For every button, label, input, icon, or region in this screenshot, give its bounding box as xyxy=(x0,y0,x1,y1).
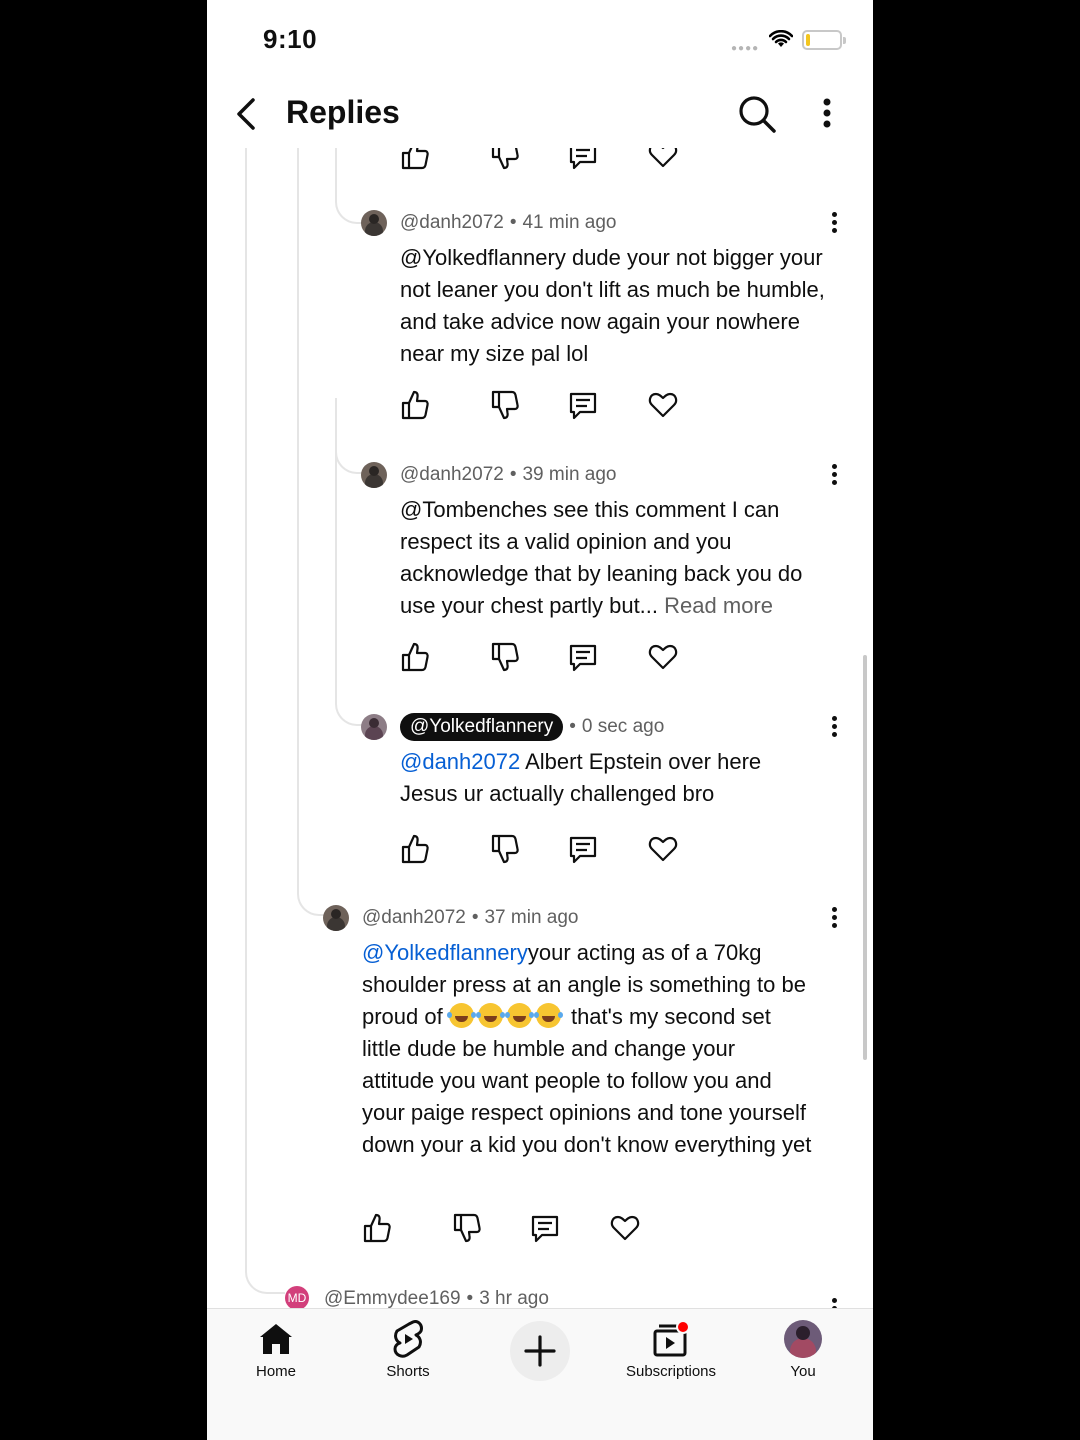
comment-time: 3 hr ago xyxy=(479,1288,549,1308)
read-more-link[interactable]: Read more xyxy=(664,593,773,618)
like-icon[interactable] xyxy=(362,1211,392,1245)
comment-author[interactable]: @danh2072 xyxy=(362,907,466,928)
comment-time: 39 min ago xyxy=(522,464,617,485)
avatar xyxy=(784,1320,822,1358)
bottom-navigation: Home Shorts Subscriptions You xyxy=(207,1308,873,1440)
scrollbar[interactable] xyxy=(863,655,867,1060)
laughing-emoji-icon xyxy=(504,1003,532,1028)
nav-subscriptions-label: Subscriptions xyxy=(625,1363,717,1380)
comment-text: @danh2072 Albert Epstein over here Jesus… xyxy=(400,746,820,810)
like-icon[interactable] xyxy=(400,832,430,866)
dislike-icon[interactable] xyxy=(490,388,520,422)
heart-icon[interactable] xyxy=(610,1211,640,1245)
reply-icon[interactable] xyxy=(568,640,598,674)
wifi-icon xyxy=(769,30,793,47)
create-button[interactable] xyxy=(510,1321,570,1381)
heart-icon[interactable] xyxy=(648,148,678,172)
reply-icon[interactable] xyxy=(568,388,598,422)
search-icon[interactable] xyxy=(737,94,777,134)
nav-shorts-label: Shorts xyxy=(386,1363,430,1380)
avatar[interactable]: MD xyxy=(285,1286,309,1308)
reply-icon[interactable] xyxy=(530,1211,560,1245)
avatar[interactable] xyxy=(323,905,349,931)
header: Replies xyxy=(207,80,873,148)
comment-time: 0 sec ago xyxy=(581,716,665,737)
reply-icon[interactable] xyxy=(568,148,598,172)
thread-line-inner xyxy=(335,398,337,648)
home-icon xyxy=(260,1324,292,1354)
heart-icon[interactable] xyxy=(648,832,678,866)
battery-icon xyxy=(802,30,846,50)
comment-more-icon[interactable] xyxy=(827,212,841,236)
dislike-icon[interactable] xyxy=(490,832,520,866)
mention-link[interactable]: @danh2072 xyxy=(400,749,520,774)
comment-author[interactable]: @Emmydee169 xyxy=(324,1288,461,1308)
comment-author[interactable]: @danh2072 xyxy=(400,464,504,485)
mention-link[interactable]: @Yolkedflannery xyxy=(362,940,528,965)
nav-you[interactable]: You xyxy=(743,1317,863,1380)
subscriptions-icon xyxy=(653,1320,690,1357)
comment-meta: @Emmydee169 • 3 hr ago xyxy=(324,1288,549,1308)
comment-text: @Yolkedflanneryyour acting as of a 70kg … xyxy=(362,937,812,1161)
avatar[interactable] xyxy=(361,714,387,740)
comment-author-badge[interactable]: @Yolkedflannery xyxy=(400,713,564,741)
reply-comment: MD @Emmydee169 • 3 hr ago xyxy=(285,1286,841,1308)
comment-text: @Yolkedflannery dude your not bigger you… xyxy=(400,245,825,366)
dislike-icon[interactable] xyxy=(490,148,520,172)
comment-meta: @danh2072 • 41 min ago xyxy=(400,212,617,233)
dislike-icon[interactable] xyxy=(452,1211,482,1245)
comment-text: @Tombenches see this comment I can respe… xyxy=(400,494,840,622)
like-icon[interactable] xyxy=(400,148,430,172)
own-reply-comment: @Yolkedflannery • 0 sec ago @danh2072 Albe… xyxy=(361,713,841,884)
nav-home-label: Home xyxy=(255,1363,296,1380)
page-title: Replies xyxy=(286,94,400,130)
laughing-emoji-icon xyxy=(533,1003,561,1028)
heart-icon[interactable] xyxy=(648,388,678,422)
nav-shorts[interactable]: Shorts xyxy=(348,1317,468,1380)
more-options-icon[interactable] xyxy=(815,94,839,134)
status-time: 9:10 xyxy=(263,24,318,54)
reply-icon[interactable] xyxy=(568,832,598,866)
shorts-icon xyxy=(393,1320,423,1358)
cellular-signal-icon: ●●●● xyxy=(731,43,760,54)
back-arrow-icon[interactable] xyxy=(229,94,265,134)
comment-more-icon[interactable] xyxy=(827,464,841,488)
comment-time: 41 min ago xyxy=(522,212,617,233)
laughing-emoji-icon xyxy=(446,1003,474,1028)
reply-comment: @danh2072 • 41 min ago @Yolkedflannery dud… xyxy=(361,210,841,450)
thread-connector xyxy=(245,1248,285,1294)
heart-icon[interactable] xyxy=(648,640,678,674)
like-icon[interactable] xyxy=(400,388,430,422)
phone-screen: 9:10 ●●●● Replies @danh2072 • 41 min ago… xyxy=(207,0,873,1440)
plus-icon xyxy=(524,1335,556,1367)
replies-thread[interactable]: @danh2072 • 41 min ago @Yolkedflannery dud… xyxy=(207,148,873,1308)
comment-more-icon[interactable] xyxy=(827,1298,841,1308)
laughing-emoji-icon xyxy=(475,1003,503,1028)
nav-subscriptions[interactable]: Subscriptions xyxy=(611,1317,731,1380)
comment-time: 37 min ago xyxy=(484,907,579,928)
reply-comment: @danh2072 • 39 min ago @Tombenches see thi… xyxy=(361,462,841,702)
nav-you-label: You xyxy=(790,1363,816,1380)
comment-author[interactable]: @danh2072 xyxy=(400,212,504,233)
like-icon[interactable] xyxy=(400,640,430,674)
thread-line-middle xyxy=(297,148,299,888)
comment-meta: @danh2072 • 39 min ago xyxy=(400,464,617,485)
comment-more-icon[interactable] xyxy=(827,716,841,740)
comment-meta: @Yolkedflannery • 0 sec ago xyxy=(400,713,664,741)
avatar[interactable] xyxy=(361,462,387,488)
status-bar: 9:10 ●●●● xyxy=(207,0,873,80)
thread-line-outer xyxy=(245,148,247,1268)
avatar[interactable] xyxy=(361,210,387,236)
reply-comment: @danh2072 • 37 min ago @Yolkedflanneryyour… xyxy=(323,905,841,1245)
comment-more-icon[interactable] xyxy=(827,907,841,931)
nav-home[interactable]: Home xyxy=(216,1317,336,1380)
comment-meta: @danh2072 • 37 min ago xyxy=(362,907,579,928)
dislike-icon[interactable] xyxy=(490,640,520,674)
